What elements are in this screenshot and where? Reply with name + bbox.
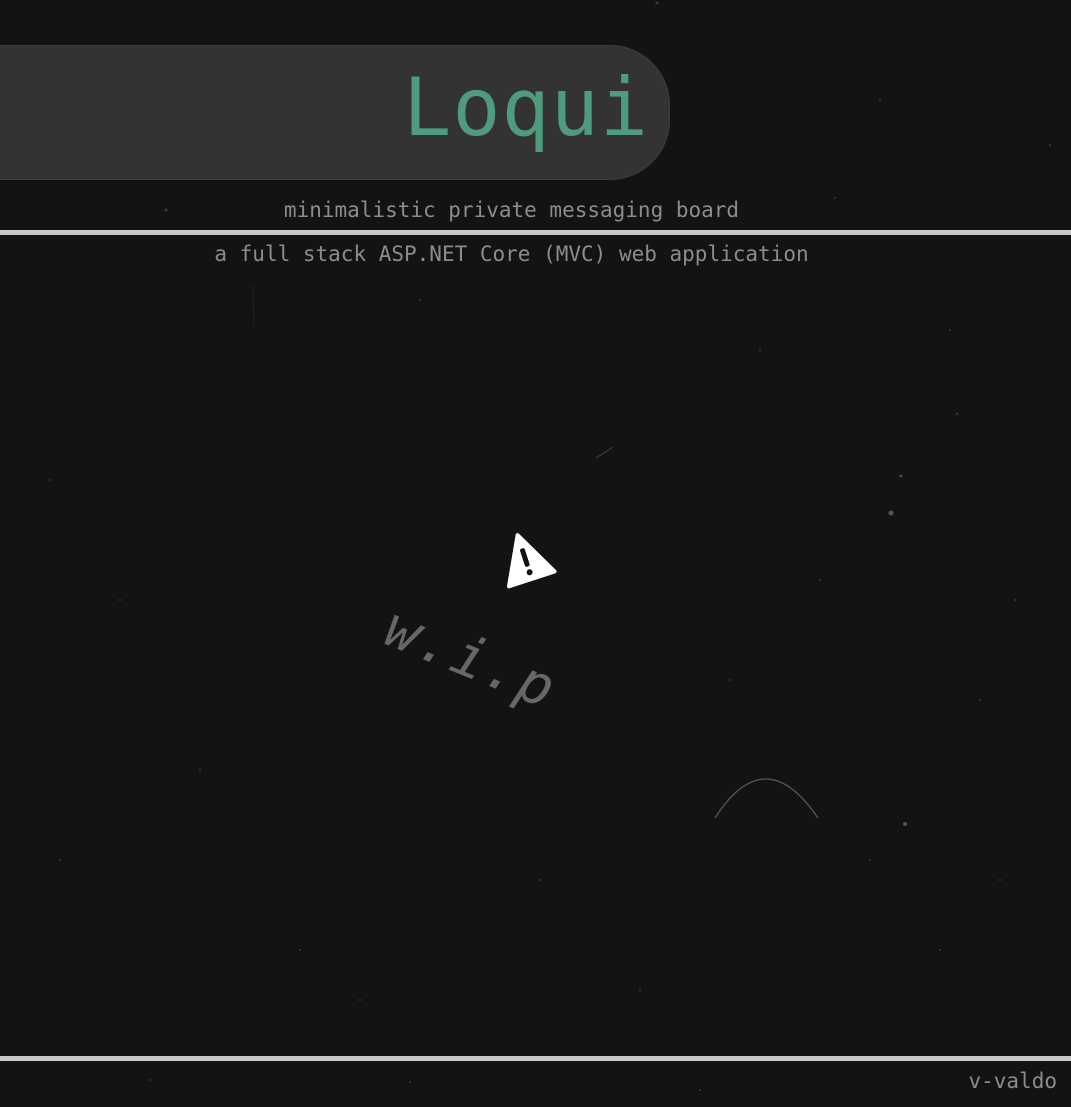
warning-icon (506, 533, 557, 589)
wip-notice: w.i.p (376, 525, 610, 725)
app-subtitle: minimalistic private messaging board (283, 198, 740, 222)
bottom-divider (0, 1056, 1071, 1061)
header-banner: Loqui (0, 45, 670, 180)
top-divider (0, 230, 1071, 235)
wip-label: w.i.p (375, 595, 566, 723)
app-title[interactable]: Loqui (403, 60, 649, 156)
app-tagline: a full stack ASP.NET Core (MVC) web appl… (214, 242, 809, 266)
author-credit[interactable]: v-valdo (968, 1068, 1057, 1094)
